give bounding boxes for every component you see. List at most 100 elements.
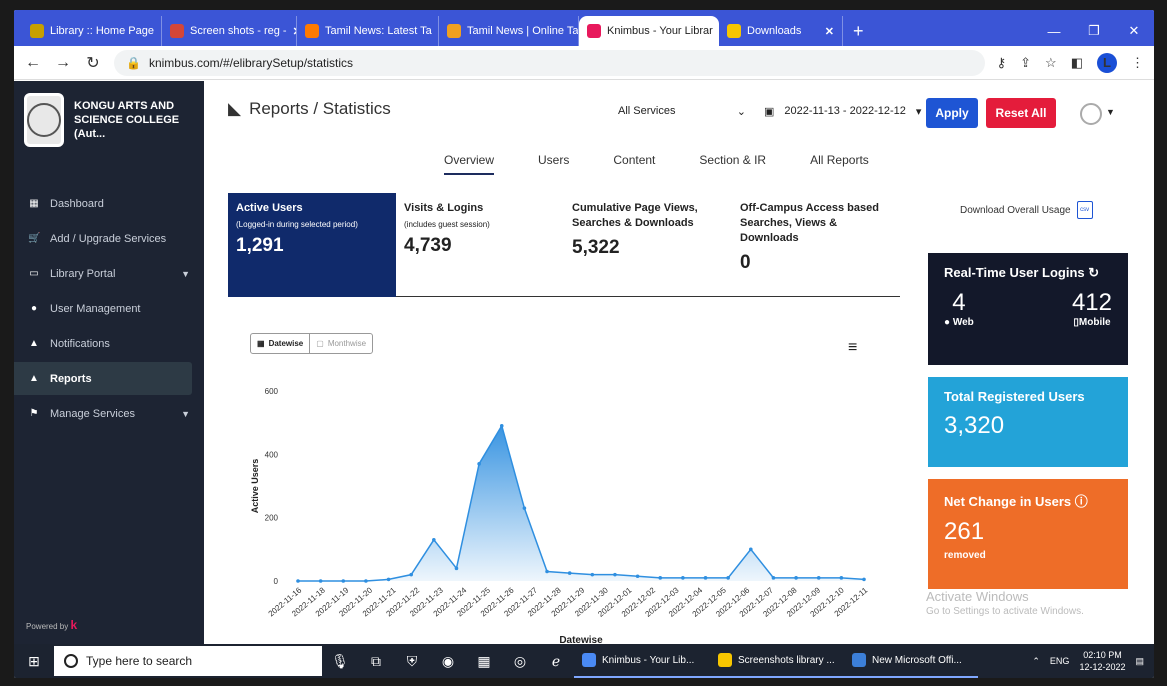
calculator-icon[interactable]: ▦ — [466, 653, 502, 670]
stat-card[interactable]: Active Users (Logged-in during selected p… — [228, 193, 396, 297]
tab-favicon-icon — [587, 24, 601, 38]
forward-icon[interactable]: → — [54, 54, 72, 72]
taskbar-app[interactable]: Knimbus - Your Lib... — [574, 644, 710, 678]
date-range-picker[interactable]: ▣ 2022-11-13 - 2022-12-12 ▾ — [764, 105, 921, 118]
tab-section-ir[interactable]: Section & IR — [699, 153, 766, 175]
data-point — [545, 569, 549, 574]
firefox-icon[interactable]: ◉ — [430, 653, 466, 670]
back-icon[interactable]: ← — [24, 54, 42, 72]
browser-tab[interactable]: Tamil News | Online Ta✕ — [439, 16, 579, 46]
data-point — [862, 577, 866, 582]
data-point — [499, 424, 504, 428]
refresh-icon[interactable]: ↻ — [1088, 265, 1099, 280]
close-window-icon[interactable]: ✕ — [1114, 23, 1154, 39]
taskbar-app[interactable]: New Microsoft Offi... — [844, 644, 978, 678]
shield-icon[interactable]: ⛨ — [394, 653, 430, 670]
reset-all-button[interactable]: Reset All — [986, 98, 1056, 128]
data-point — [816, 576, 821, 580]
monthwise-toggle[interactable]: ▢ Monthwise — [310, 334, 372, 353]
new-tab-button[interactable]: + — [843, 16, 874, 46]
key-icon[interactable]: ⚷ — [997, 55, 1007, 71]
browser-tab[interactable]: Tamil News: Latest Ta✕ — [297, 16, 439, 46]
data-point — [364, 579, 368, 583]
sidepanel-icon[interactable]: ◧ — [1071, 55, 1083, 71]
info-icon[interactable]: ⓘ — [1075, 494, 1088, 509]
user-avatar-icon[interactable] — [1080, 103, 1102, 125]
chevron-up-icon[interactable]: ⌃ — [1032, 656, 1040, 667]
net-change-value: 261 — [944, 518, 985, 545]
sidebar-item-icon: ▦ — [29, 198, 39, 209]
url-field[interactable]: 🔒 knimbus.com/#/elibrarySetup/statistics — [114, 49, 985, 76]
avatar-caret-icon[interactable]: ▼ — [1106, 107, 1115, 117]
clock-date: 12-12-2022 — [1079, 662, 1126, 672]
sidebar-item[interactable]: ▭ Library Portal ▼ — [14, 257, 204, 290]
active-users-chart: 0200400600Active Users2022-11-162022-11-… — [250, 387, 870, 646]
service-select-value: All Services — [618, 105, 676, 117]
chrome-icon[interactable]: ◎ — [502, 653, 538, 670]
stat-value: 5,322 — [572, 237, 620, 258]
taskbar-search-text: Type here to search — [86, 654, 193, 668]
download-usage-link[interactable]: Download Overall Usage csv — [960, 201, 1093, 219]
sidebar-item[interactable]: ▲ Notifications — [14, 327, 204, 360]
stat-subtitle: (includes guest session) — [404, 220, 490, 229]
apply-button[interactable]: Apply — [926, 98, 978, 128]
datewise-toggle[interactable]: ▦ Datewise — [251, 334, 311, 353]
taskbar: ⊞ Type here to search 🎙 ⧉ ⛨ ◉ ▦ ◎ ℯ Knim… — [14, 644, 1154, 678]
service-select[interactable]: All Services ⌄ — [618, 105, 746, 118]
windows-start-icon[interactable]: ⊞ — [14, 653, 54, 670]
notification-icon[interactable]: ▤ — [1135, 656, 1144, 667]
edge-icon[interactable]: ℯ — [538, 653, 574, 670]
tab-all-reports[interactable]: All Reports — [810, 153, 869, 175]
kebab-menu-icon[interactable]: ⋮ — [1131, 55, 1144, 71]
system-tray: ⌃ ENG 02:10 PM 12-12-2022 ▤ — [1032, 649, 1154, 673]
close-tab-icon[interactable]: ✕ — [825, 25, 834, 38]
app-icon — [582, 653, 596, 667]
sidebar-item[interactable]: ▦ Dashboard — [14, 187, 204, 220]
browser-tab[interactable]: Screen shots - reg -✕ — [162, 16, 297, 46]
sidebar-item[interactable]: ● User Management — [14, 292, 204, 325]
y-axis-label: Active Users — [250, 459, 260, 514]
chart-menu-icon[interactable]: ≡ — [848, 339, 857, 357]
taskbar-app[interactable]: Screenshots library ... — [710, 644, 844, 678]
microphone-icon[interactable]: 🎙 — [322, 653, 358, 670]
language-indicator[interactable]: ENG — [1050, 656, 1070, 666]
stat-card[interactable]: Visits & Logins (includes guest session) 4… — [396, 193, 564, 297]
college-logo — [24, 93, 64, 147]
chevron-down-icon: ▾ — [915, 106, 922, 118]
restore-icon[interactable]: ❐ — [1074, 23, 1114, 39]
data-point — [318, 579, 323, 583]
realtime-web: 4 ● Web — [944, 289, 974, 328]
sidebar-item[interactable]: ⚑ Manage Services ▼ — [14, 397, 204, 430]
data-point — [386, 577, 391, 582]
stat-card[interactable]: Off-Campus Access based Searches, Views … — [732, 193, 900, 297]
profile-icon[interactable]: L — [1097, 52, 1117, 73]
tab-content[interactable]: Content — [613, 153, 655, 175]
stat-title: Cumulative Page Views, Searches & Downlo… — [572, 202, 698, 229]
page-title-text: Reports / Statistics — [249, 99, 391, 118]
net-change-sub: removed — [944, 550, 986, 561]
task-view-icon[interactable]: ⧉ — [358, 653, 394, 670]
browser-tab[interactable]: Knimbus - Your Librar✕ — [579, 16, 719, 46]
calendar-icon: ▦ — [257, 339, 265, 348]
chart-area-icon: ◣ — [228, 99, 242, 118]
sidebar-item[interactable]: 🛒 Add / Upgrade Services — [14, 222, 204, 255]
page-title: ◣ Reports / Statistics — [228, 99, 391, 119]
series-line — [298, 423, 865, 582]
taskbar-search[interactable]: Type here to search — [54, 646, 322, 676]
browser-tab[interactable]: Library :: Home Page✕ — [22, 16, 162, 46]
bookmark-star-icon[interactable]: ☆ — [1045, 55, 1057, 71]
sidebar-item[interactable]: ▲ Reports — [14, 362, 192, 395]
net-change-title-text: Net Change in Users — [944, 494, 1072, 509]
url-text: knimbus.com/#/elibrarySetup/statistics — [148, 55, 354, 70]
stat-title: Off-Campus Access based Searches, Views … — [740, 202, 879, 244]
minimize-icon[interactable]: — — [1034, 24, 1074, 39]
share-icon[interactable]: ⇪ — [1020, 55, 1031, 71]
taskbar-app-label: Knimbus - Your Lib... — [602, 654, 695, 666]
browser-tab[interactable]: Downloads ✕ — [719, 16, 843, 46]
tab-users[interactable]: Users — [538, 153, 569, 175]
stat-card[interactable]: Cumulative Page Views, Searches & Downlo… — [564, 193, 732, 297]
reload-icon[interactable]: ↻ — [84, 53, 102, 73]
tab-overview[interactable]: Overview — [444, 153, 495, 175]
sidebar-item-label: Dashboard — [50, 197, 104, 210]
clock[interactable]: 02:10 PM 12-12-2022 — [1079, 649, 1125, 673]
